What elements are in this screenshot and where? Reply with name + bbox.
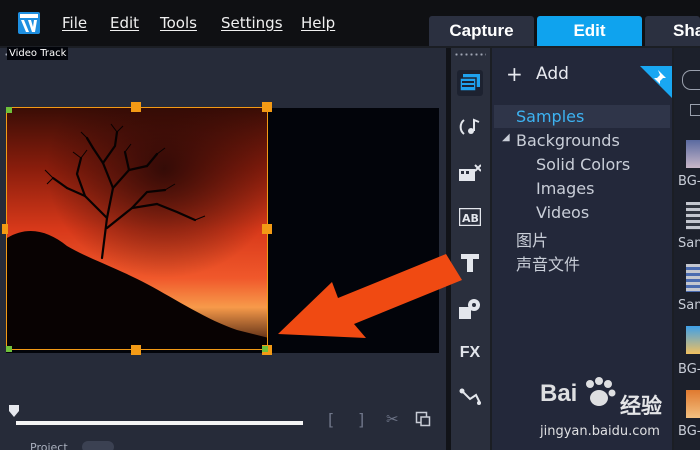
corner-handle-bottom-left[interactable]: [6, 346, 12, 352]
video-clip-frame[interactable]: [6, 107, 268, 350]
corner-handle-bottom-right-inner[interactable]: [262, 346, 268, 352]
add-icon: +: [506, 62, 523, 86]
title-ab-icon[interactable]: AB: [457, 204, 483, 230]
tree-item-samples[interactable]: Samples: [516, 107, 584, 126]
menu-file[interactable]: File: [62, 14, 87, 32]
mark-out-icon[interactable]: ]: [358, 410, 364, 429]
project-clip-toggle[interactable]: [82, 441, 114, 450]
thumbnail-label-1: BG-: [678, 174, 700, 189]
path-motion-icon[interactable]: [457, 384, 483, 410]
app-logo-icon: [18, 12, 40, 34]
menu-edit[interactable]: Edit: [110, 14, 139, 32]
tree-item-images[interactable]: Images: [536, 179, 594, 198]
enlarge-preview-icon[interactable]: [415, 411, 431, 427]
thumbnail-bg-3[interactable]: [686, 390, 700, 418]
annotation-arrow-icon: [278, 254, 462, 338]
menu-settings[interactable]: Settings: [221, 14, 283, 32]
resize-handle-top[interactable]: [131, 102, 141, 112]
corner-handle-top-left[interactable]: [6, 107, 12, 113]
watermark-url: jingyan.baidu.com: [540, 424, 660, 439]
tree-item-pictures[interactable]: 图片: [516, 227, 548, 251]
mark-in-icon[interactable]: [: [328, 410, 334, 429]
scrubber-knob-icon[interactable]: [8, 404, 20, 418]
expand-triangle-icon[interactable]: ◢: [502, 132, 510, 143]
media-library-icon[interactable]: [457, 70, 483, 96]
menu-tools[interactable]: Tools: [160, 14, 197, 32]
tree-item-videos[interactable]: Videos: [536, 203, 589, 222]
video-track-label: Video Track: [7, 47, 69, 60]
tab-edit[interactable]: Edit: [537, 16, 642, 46]
menu-help[interactable]: Help: [301, 14, 335, 32]
resize-handle-bottom[interactable]: [131, 345, 141, 355]
thumbnail-sample-1[interactable]: [686, 202, 700, 230]
tab-share[interactable]: Sha: [645, 16, 700, 46]
resize-handle-left[interactable]: [2, 224, 8, 234]
thumbnail-label-5: BG-: [678, 424, 700, 439]
import-icon[interactable]: [690, 104, 700, 116]
thumbnail-label-3: Sam: [678, 298, 700, 313]
pin-icon[interactable]: [640, 66, 672, 98]
transition-icon[interactable]: [457, 160, 483, 186]
resize-handle-top-right[interactable]: [262, 102, 272, 112]
fx-filter-icon[interactable]: FX: [457, 340, 483, 366]
tab-capture[interactable]: Capture: [429, 16, 534, 46]
audio-icon[interactable]: [457, 114, 483, 140]
sidebar-grip[interactable]: [454, 53, 486, 56]
scrubber-track[interactable]: [16, 421, 303, 425]
watermark-text: 经验: [620, 394, 662, 418]
title-bar: File Edit Tools Settings Help Capture Ed…: [0, 0, 700, 46]
split-clip-icon[interactable]: ✂: [386, 410, 399, 428]
watermark-logo: Bai: [540, 380, 578, 407]
resize-handle-right[interactable]: [262, 224, 272, 234]
tree-item-backgrounds[interactable]: Backgrounds: [516, 131, 620, 150]
thumbnail-bg-2[interactable]: [686, 326, 700, 354]
tree-item-sound-files[interactable]: 声音文件: [516, 251, 580, 275]
search-field[interactable]: [682, 70, 700, 90]
project-label: Project: [30, 441, 68, 450]
thumbnail-label-2: Sam: [678, 236, 700, 251]
paw-icon: [586, 377, 616, 406]
thumbnail-label-4: BG-: [678, 362, 700, 377]
tree-item-solid-colors[interactable]: Solid Colors: [536, 155, 630, 174]
video-editor-window: File Edit Tools Settings Help Capture Ed…: [0, 0, 700, 450]
sunset-tree-image: [7, 108, 267, 349]
thumbnail-sample-2[interactable]: [686, 264, 700, 292]
svg-text:AB: AB: [462, 212, 479, 225]
library-sidebar: AB FX: [451, 48, 490, 450]
thumbnail-bg-1[interactable]: [686, 140, 700, 168]
add-label: Add: [536, 64, 569, 84]
